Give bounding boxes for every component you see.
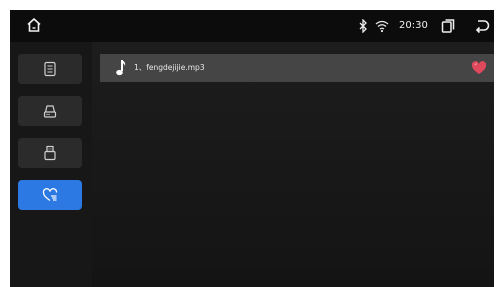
- list-item[interactable]: 1、fengdejijie.mp3: [100, 54, 494, 82]
- status-bar: 20:30: [10, 10, 494, 42]
- recent-apps-icon[interactable]: [441, 18, 455, 34]
- favorites-list-icon: [42, 188, 58, 202]
- sidebar-item-playlist[interactable]: [18, 54, 82, 84]
- wifi-icon: [375, 20, 389, 33]
- source-sidebar: [10, 42, 92, 287]
- music-player-screen: 20:30 1、fengdejijie.mp3: [10, 10, 494, 287]
- sidebar-item-favorites[interactable]: [18, 180, 82, 210]
- heart-icon[interactable]: [471, 61, 487, 75]
- back-icon[interactable]: [474, 18, 490, 34]
- playlist-panel: 1、fengdejijie.mp3: [92, 42, 494, 287]
- bluetooth-icon: [359, 19, 367, 33]
- disc-drive-icon: [43, 105, 57, 118]
- music-note-icon: [116, 60, 126, 76]
- home-icon[interactable]: [26, 17, 42, 33]
- status-clock: 20:30: [399, 20, 428, 31]
- sidebar-item-usb[interactable]: [18, 138, 82, 168]
- list-icon: [44, 61, 56, 77]
- track-title: 1、fengdejijie.mp3: [134, 63, 205, 72]
- sidebar-item-disc[interactable]: [18, 96, 82, 126]
- usb-icon: [44, 145, 56, 161]
